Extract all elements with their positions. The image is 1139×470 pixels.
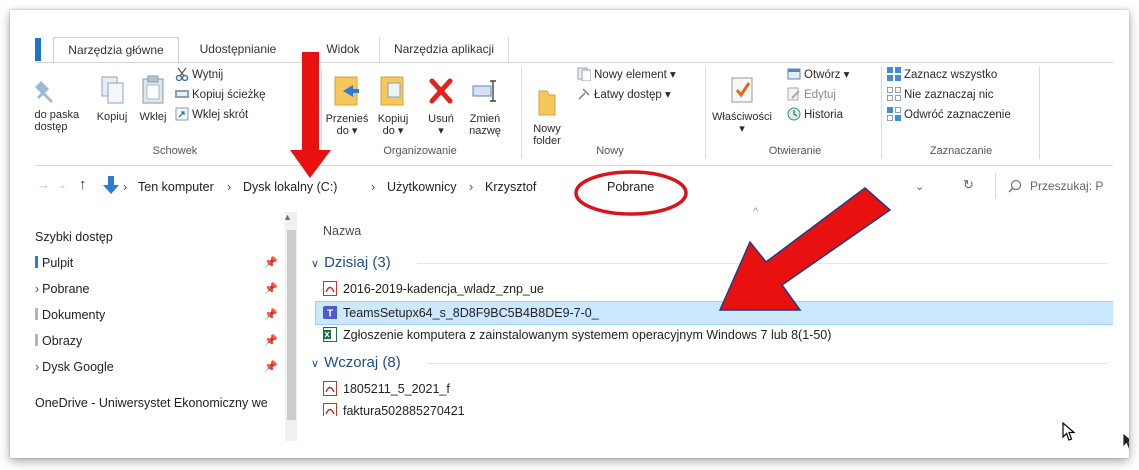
annotation-overlay: [290, 52, 892, 311]
screenshot-frame: Narzędzia główne Udostępnianie Widok Nar…: [10, 10, 1129, 458]
red-down-arrow-annotation: [290, 52, 331, 178]
pointer-cursor-icon: [1122, 432, 1129, 451]
red-diagonal-arrow-annotation: [718, 187, 892, 311]
red-circle-annotation: [574, 170, 688, 216]
